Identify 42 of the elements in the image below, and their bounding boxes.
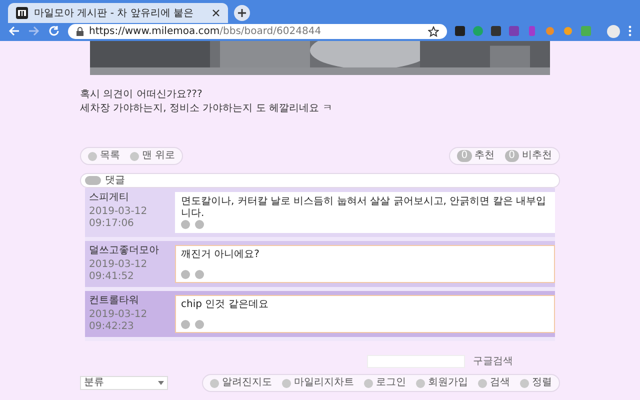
- browser-tab[interactable]: 마일모아 게시판 - 차 앞유리에 붙은: [8, 3, 228, 23]
- profile-avatar-icon[interactable]: [607, 24, 620, 38]
- url-text: https://www.milemoa.com/bbs/board/6024844: [89, 26, 322, 36]
- footer-link[interactable]: 회원가입: [413, 377, 471, 389]
- footer-link[interactable]: 알려진지도: [207, 377, 275, 389]
- comment-text: 면도칼이나, 커터칼 날로 비스듬히 눕혀서 살살 긁어보시고, 안긁히면 칼은 내부입니다.: [181, 196, 547, 220]
- menu-icon[interactable]: [628, 25, 632, 37]
- reload-icon[interactable]: [48, 25, 60, 37]
- footer-link[interactable]: 마일리지차트: [279, 377, 357, 389]
- address-bar[interactable]: https://www.milemoa.com/bbs/board/6024844: [68, 24, 447, 38]
- vote-button[interactable]: 0 비추천: [502, 150, 555, 162]
- site-logo-icon: [16, 7, 28, 19]
- category-select[interactable]: 분류: [80, 376, 168, 390]
- footer-link[interactable]: 정렬: [517, 377, 555, 389]
- comment-text: chip 인것 같은데요: [181, 299, 270, 311]
- comments-title: 댓글: [105, 174, 125, 186]
- tab-title: 마일모아 게시판 - 차 앞유리에 붙은: [34, 7, 195, 20]
- dropdown-caret-icon: [158, 381, 164, 385]
- comment-date: 2019-03-12: [89, 309, 148, 321]
- comment-time: 09:42:23: [89, 321, 135, 333]
- footer-link[interactable]: 검색: [475, 377, 513, 389]
- bookmark-star-icon[interactable]: [428, 26, 439, 36]
- vote-button[interactable]: 0 추천: [454, 150, 498, 162]
- comment-author[interactable]: 스피게티: [89, 192, 175, 204]
- close-icon[interactable]: [212, 9, 220, 17]
- comment-time: 09:17:06: [89, 218, 135, 230]
- nav-button[interactable]: 맨 위로: [127, 150, 178, 162]
- back-icon[interactable]: [8, 25, 20, 37]
- comment-author[interactable]: 덜쓰고좋더모아: [89, 245, 175, 257]
- footer-link[interactable]: 로그인: [361, 377, 409, 389]
- comment-date: 2019-03-12: [89, 206, 148, 218]
- comment-date: 2019-03-12: [89, 259, 148, 271]
- comment-text: 깨진거 아니에요?: [181, 249, 260, 261]
- post-text: 혹시 의견이 어떠신가요???: [80, 89, 204, 101]
- comment-time: 09:41:52: [89, 271, 135, 283]
- nav-button[interactable]: 목록: [85, 150, 123, 162]
- new-tab-icon[interactable]: [234, 5, 250, 21]
- post-text: 세차장 가야하는지, 정비소 가야하는지 도 헤깔리네요 ㅋ: [80, 103, 334, 115]
- lock-icon: [76, 26, 84, 36]
- comment-author[interactable]: 컨트롤타워: [89, 295, 175, 307]
- google-search-button[interactable]: 구글검색: [471, 356, 515, 368]
- forward-icon[interactable]: [28, 25, 40, 37]
